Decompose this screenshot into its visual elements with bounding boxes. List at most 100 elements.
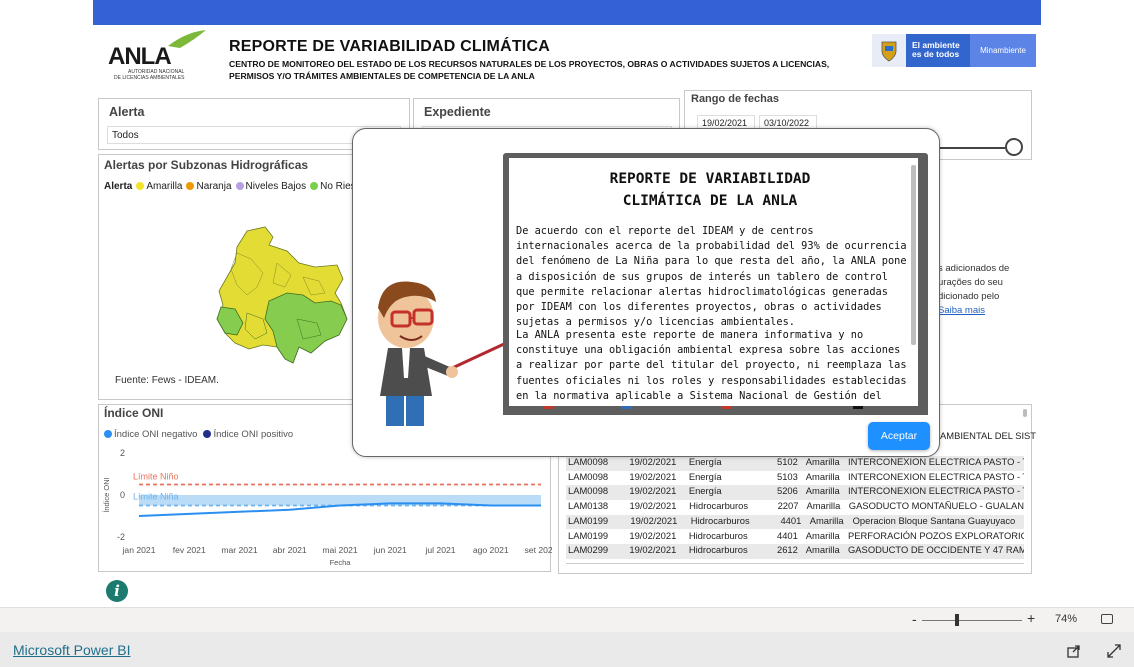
power-bi-link[interactable]: Microsoft Power BI bbox=[13, 642, 130, 658]
legend-dot-icon bbox=[104, 430, 112, 439]
table-cell-alerta: Amarilla bbox=[805, 529, 840, 541]
map-title: Alertas por Subzonas Hidrográficas bbox=[104, 158, 309, 172]
logo-subtext-2: DE LICENCIAS AMBIENTALES bbox=[114, 75, 185, 81]
table-cell-proyecto: INTERCONEXION ELECTRICA PASTO - TU bbox=[848, 470, 1024, 482]
zoom-out-button[interactable]: - bbox=[912, 611, 917, 627]
table-row[interactable]: LAM0098 19/02/2021 Energía 5102 Amarilla INTE… bbox=[566, 456, 1024, 471]
alerta-dropdown-value: Todos bbox=[112, 130, 139, 141]
fullscreen-icon[interactable] bbox=[1106, 643, 1122, 659]
date-range-title: Rango de fechas bbox=[691, 93, 780, 105]
gov-text-2: es de todos bbox=[912, 49, 960, 59]
fit-to-page-icon[interactable] bbox=[1101, 614, 1113, 624]
modal-paragraph-2: La ANLA presenta este reporte de manera … bbox=[516, 329, 907, 402]
table-cell-expediente: LAM0199 bbox=[568, 514, 609, 526]
report-top-bar bbox=[93, 0, 1041, 25]
x-tick-label: mar 2021 bbox=[221, 545, 258, 555]
share-icon[interactable] bbox=[1066, 643, 1082, 659]
legend-oni-negativo[interactable]: Índice ONI negativo bbox=[104, 429, 197, 440]
table-cell-codigo: 4401 bbox=[776, 529, 798, 541]
background-line-3: dicionado pelo bbox=[938, 291, 1000, 302]
expediente-slicer-title: Expediente bbox=[424, 105, 491, 119]
table-cell-codigo: 5102 bbox=[776, 456, 798, 467]
legend-dot-icon bbox=[136, 182, 145, 191]
alerta-slicer-title: Alerta bbox=[109, 105, 145, 119]
legend-item-naranja[interactable]: Naranja bbox=[186, 181, 232, 192]
zoom-slider-handle[interactable] bbox=[955, 614, 959, 626]
x-tick-label: abr 2021 bbox=[273, 545, 307, 555]
table-cell-alerta: Amarilla bbox=[805, 456, 840, 467]
table-cell-fecha: 19/02/2021 bbox=[629, 485, 677, 497]
legend-item-amarilla[interactable]: Amarilla bbox=[136, 181, 182, 192]
saiba-mais-link[interactable]: Saiba mais bbox=[938, 304, 1030, 318]
table-cell-fecha: 19/02/2021 bbox=[629, 544, 677, 556]
zoom-slider-track[interactable] bbox=[922, 620, 1022, 621]
table-header-partial: AMBIENTAL DEL SIST bbox=[940, 430, 1037, 441]
modal-title-line-2: CLIMÁTICA DE LA ANLA bbox=[622, 193, 798, 209]
table-cell-alerta: Amarilla bbox=[806, 500, 841, 512]
table-cell-proyecto: GASODUCTO MONTAÑUELO - GUALAN bbox=[848, 500, 1024, 512]
table-cell-alerta: Amarilla bbox=[805, 544, 840, 556]
oni-band bbox=[139, 495, 541, 506]
table-cell-alerta: Amarilla bbox=[809, 514, 844, 526]
date-slider-track bbox=[935, 147, 1005, 149]
y-tick-label: 0 bbox=[120, 490, 125, 500]
modal-paragraph-1: De acuerdo con el reporte del IDEAM y de… bbox=[516, 225, 907, 329]
coat-of-arms-icon bbox=[872, 34, 906, 67]
y-tick-label: -2 bbox=[117, 532, 125, 542]
whiteboard-tray bbox=[503, 406, 928, 415]
table-cell-expediente: LAM0299 bbox=[568, 544, 609, 556]
table-row[interactable]: LAM0199 19/02/2021 Hidrocarburos 4401 Amaril… bbox=[566, 514, 1024, 530]
legend-item-niveles-bajos[interactable]: Niveles Bajos bbox=[235, 181, 306, 192]
whiteboard-scrollbar[interactable] bbox=[911, 165, 916, 345]
table-row[interactable]: LAM0299 19/02/2021 Hidrocarburos 2612 Amaril… bbox=[566, 544, 1024, 559]
accept-button[interactable]: Aceptar bbox=[868, 422, 930, 450]
info-icon[interactable]: i bbox=[106, 580, 128, 602]
table-cell-proyecto: Operacion Bloque Santana Guayuyaco bbox=[852, 514, 1016, 526]
table-cell-sector: Hidrocarburos bbox=[689, 500, 749, 512]
map-source: Fuente: Fews - IDEAM. bbox=[115, 375, 219, 386]
table-cell-sector: Energía bbox=[688, 485, 722, 497]
table-cell-sector: Energía bbox=[688, 456, 722, 467]
table-cell-codigo: 5103 bbox=[776, 470, 798, 482]
table-cell-fecha: 19/02/2021 bbox=[630, 514, 678, 526]
table-cell-codigo: 2207 bbox=[777, 500, 799, 512]
legend-dot-icon bbox=[235, 182, 244, 191]
table-cell-alerta: Amarilla bbox=[805, 485, 840, 497]
map-legend: Alerta Amarilla Naranja Niveles Bajos No… bbox=[104, 181, 367, 192]
zoom-level: 74% bbox=[1055, 613, 1078, 625]
report-title: REPORTE DE VARIABILIDAD CLIMÁTICA bbox=[229, 38, 550, 55]
limite-nino-label: Límite Niño bbox=[133, 472, 179, 482]
modal-title: REPORTE DE VARIABILIDAD CLIMÁTICA DE LA … bbox=[509, 168, 911, 212]
oni-chart[interactable]: 2 0 -2 Límite Niño Límite Niña jan 2021 fev 20… bbox=[99, 443, 552, 571]
table-row[interactable]: LAM0138 19/02/2021 Hidrocarburos 2207 Amaril… bbox=[566, 500, 1024, 515]
y-axis-label: Índice ONI bbox=[102, 477, 111, 512]
background-notice: s adicionados de urações do seu dicionad… bbox=[938, 262, 1030, 318]
oni-legend: Índice ONI negativo Índice ONI positivo bbox=[104, 429, 293, 440]
table-row-cutoff bbox=[566, 560, 1024, 566]
table-scrollbar[interactable] bbox=[1023, 409, 1027, 417]
x-tick-label: ago 2021 bbox=[473, 545, 509, 555]
colombia-map[interactable] bbox=[207, 223, 357, 373]
legend-dot-icon bbox=[310, 182, 319, 191]
background-line-2: urações do seu bbox=[938, 277, 1003, 288]
logo-wordmark: ANLA bbox=[108, 43, 171, 70]
map-legend-label: Alerta bbox=[104, 181, 133, 192]
table-cell-sector: Hidrocarburos bbox=[688, 529, 748, 541]
table-row[interactable]: LAM0199 19/02/2021 Hidrocarburos 4401 Amaril… bbox=[566, 529, 1024, 544]
x-tick-label: set 2021 bbox=[525, 545, 552, 555]
legend-oni-positivo[interactable]: Índice ONI positivo bbox=[203, 429, 293, 440]
legend-dot-icon bbox=[203, 430, 212, 439]
table-row[interactable]: LAM0098 19/02/2021 Energía 5206 Amarilla INTE… bbox=[566, 485, 1024, 500]
zoom-in-button[interactable]: + bbox=[1027, 610, 1035, 626]
table-cell-alerta: Amarilla bbox=[805, 470, 840, 482]
table-cell-proyecto: INTERCONEXION ELECTRICA PASTO - TU bbox=[848, 485, 1024, 497]
date-slider-handle[interactable] bbox=[1005, 138, 1023, 156]
footer-bar bbox=[0, 632, 1134, 667]
table-cell-expediente: LAM0199 bbox=[568, 529, 609, 541]
table-row[interactable]: LAM0098 19/02/2021 Energía 5103 Amarilla INTE… bbox=[566, 470, 1024, 486]
y-tick-label: 2 bbox=[120, 448, 125, 458]
anla-logo: ANLA AUTORIDAD NACIONAL DE LICENCIAS AMB… bbox=[106, 28, 211, 82]
government-logo: El ambiente es de todos Minambiente bbox=[872, 34, 1036, 67]
report-subtitle: CENTRO DE MONITOREO DEL ESTADO DE LOS RE… bbox=[229, 59, 830, 81]
table-cell-codigo: 4401 bbox=[780, 514, 802, 526]
